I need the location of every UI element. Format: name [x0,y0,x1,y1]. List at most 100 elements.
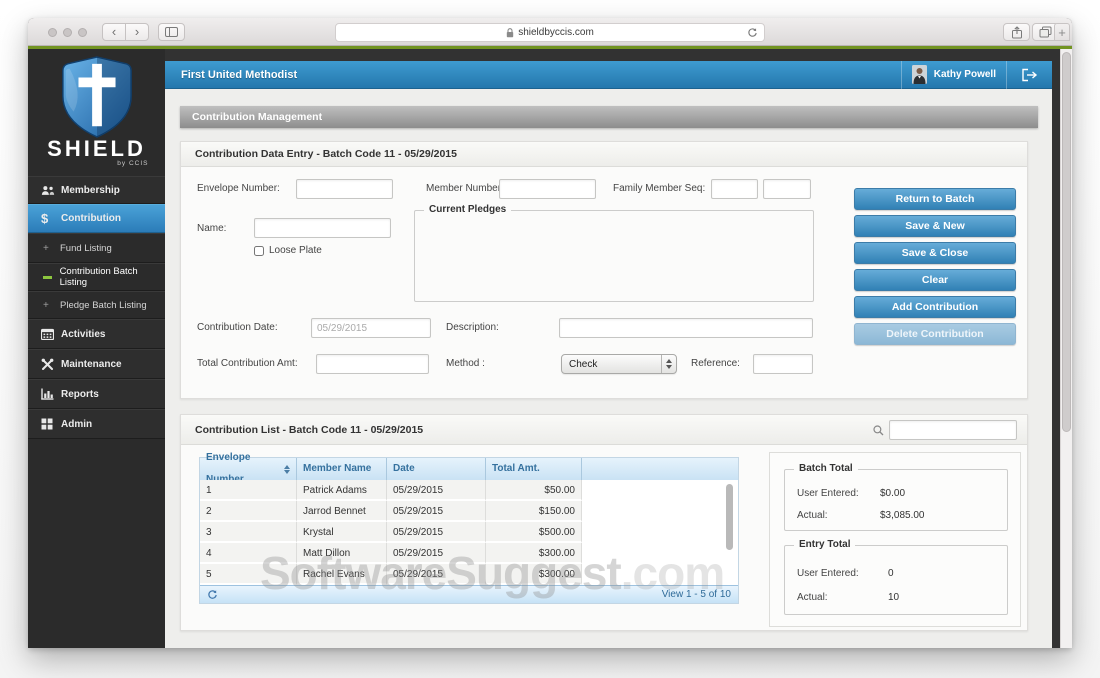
entry-user-entered-value: 0 [888,568,894,579]
table-row[interactable]: 5 Rachel Evans 05/29/2015 $300.00 [200,564,738,585]
cell-empty [582,480,738,501]
name-input[interactable] [254,218,391,238]
contribution-date-input[interactable] [311,318,431,338]
sidebar-item-reports[interactable]: Reports [28,379,165,409]
browser-window: ‹ › shieldbyccis.com [28,18,1072,648]
cell-envelope: 1 [200,480,297,501]
clear-button[interactable]: Clear [854,269,1016,291]
plus-icon: + [43,300,60,311]
share-icon [1011,26,1023,39]
sidebar-item-contribution[interactable]: $ Contribution [28,204,165,233]
avatar [912,65,927,84]
table-scrollbar-thumb[interactable] [726,484,733,550]
save-and-new-button[interactable]: Save & New [854,215,1016,237]
family-member-seq-input-2[interactable] [763,179,811,199]
sidebar-item-pledge-batch-listing[interactable]: + Pledge Batch Listing [28,291,165,319]
search-input[interactable] [889,420,1017,440]
sidebar: SHIELD by CCIS Membership $ Contribution [28,49,165,648]
column-header-empty [582,458,738,480]
contribution-date-label: Contribution Date: [197,322,278,333]
search-icon [873,425,884,436]
window-zoom-button[interactable] [78,28,87,37]
return-to-batch-button[interactable]: Return to Batch [854,188,1016,210]
cell-envelope: 4 [200,543,297,564]
cell-amount: $300.00 [486,543,582,564]
reference-input[interactable] [753,354,813,374]
sidebar-item-label: Pledge Batch Listing [60,300,147,311]
bar-chart-icon [41,388,61,400]
dollar-icon: $ [41,211,61,226]
contribution-list-title: Contribution List - Batch Code 11 - 05/2… [195,424,423,436]
loose-plate-checkbox[interactable] [254,246,264,256]
sidebar-item-admin[interactable]: Admin [28,409,165,439]
description-input[interactable] [559,318,813,338]
cell-date: 05/29/2015 [387,501,486,522]
cell-date: 05/29/2015 [387,522,486,543]
reload-button[interactable] [747,27,758,39]
current-pledges-legend: Current Pledges [424,204,511,215]
screenshot-stage: ‹ › shieldbyccis.com [0,0,1100,678]
column-header-envelope-number[interactable]: Envelope Number [200,458,297,480]
browser-scrollbar-thumb[interactable] [1062,52,1071,432]
entry-total-legend: Entry Total [794,539,855,550]
entry-user-entered-label: User Entered: [797,568,859,579]
sidebar-item-contribution-batch-listing[interactable]: Contribution Batch Listing [28,263,165,291]
column-header-date[interactable]: Date [387,458,486,480]
sidebar-item-maintenance[interactable]: Maintenance [28,349,165,379]
cell-member: Matt Dillon [297,543,387,564]
address-bar[interactable]: shieldbyccis.com [335,23,765,42]
new-tab-button[interactable]: + [1054,23,1070,41]
envelope-number-input[interactable] [296,179,393,199]
batch-total-legend: Batch Total [794,463,858,474]
cell-envelope: 5 [200,564,297,585]
batch-total-fieldset: Batch Total User Entered: $0.00 Actual: … [784,469,1008,531]
method-selected-value: Check [562,359,661,370]
member-number-input[interactable] [499,179,596,199]
cell-amount: $150.00 [486,501,582,522]
cell-member: Patrick Adams [297,480,387,501]
browser-scrollbar[interactable] [1060,49,1072,648]
save-and-close-button[interactable]: Save & Close [854,242,1016,264]
table-row[interactable]: 1 Patrick Adams 05/29/2015 $50.00 [200,480,738,501]
tabs-icon [1039,26,1052,38]
refresh-grid-button[interactable] [207,589,218,601]
column-header-total-amt[interactable]: Total Amt. [486,458,582,480]
loose-plate-checkbox-row: Loose Plate [254,245,322,256]
sidebar-toggle-button[interactable] [158,23,185,41]
user-menu[interactable]: Kathy Powell [901,61,1006,89]
sidebar-item-label: Contribution Batch Listing [60,266,165,288]
window-close-button[interactable] [48,28,57,37]
add-contribution-button[interactable]: Add Contribution [854,296,1016,318]
shield-cross-icon [58,55,136,139]
action-buttons: Return to Batch Save & New Save & Close … [854,188,1016,350]
method-select[interactable]: Check [561,354,677,374]
table-row[interactable]: 4 Matt Dillon 05/29/2015 $300.00 [200,543,738,564]
total-contribution-amt-input[interactable] [316,354,429,374]
window-minimize-button[interactable] [63,28,72,37]
sidebar-item-label: Admin [61,419,92,430]
page-viewport: SHIELD by CCIS Membership $ Contribution [28,49,1072,648]
grid-icon [41,418,61,430]
entry-total-fieldset: Entry Total User Entered: 0 Actual: 10 [784,545,1008,615]
sidebar-item-label: Maintenance [61,359,122,370]
table-row[interactable]: 2 Jarrod Bennet 05/29/2015 $150.00 [200,501,738,522]
delete-contribution-button[interactable]: Delete Contribution [854,323,1016,345]
cell-envelope: 3 [200,522,297,543]
contribution-list-header: Contribution List - Batch Code 11 - 05/2… [181,415,1027,445]
family-member-seq-input-1[interactable] [711,179,758,199]
logout-button[interactable] [1006,61,1052,89]
forward-button[interactable]: › [125,23,149,41]
column-header-member-name[interactable]: Member Name [297,458,387,480]
app-header: First United Methodist Kathy Powell [165,61,1052,89]
totals-box: Batch Total User Entered: $0.00 Actual: … [769,452,1021,627]
current-pledges-fieldset: Current Pledges [414,210,814,302]
sidebar-item-activities[interactable]: Activities [28,319,165,349]
table-row[interactable]: 3 Krystal Carrington 05/29/2015 $500.00 [200,522,738,543]
cell-empty [582,522,738,543]
select-stepper-icon [661,355,676,373]
sidebar-item-fund-listing[interactable]: + Fund Listing [28,233,165,263]
share-button[interactable] [1003,23,1030,41]
family-member-seq-label: Family Member Seq: [613,183,705,194]
back-button[interactable]: ‹ [102,23,126,41]
sidebar-item-membership[interactable]: Membership [28,176,165,204]
